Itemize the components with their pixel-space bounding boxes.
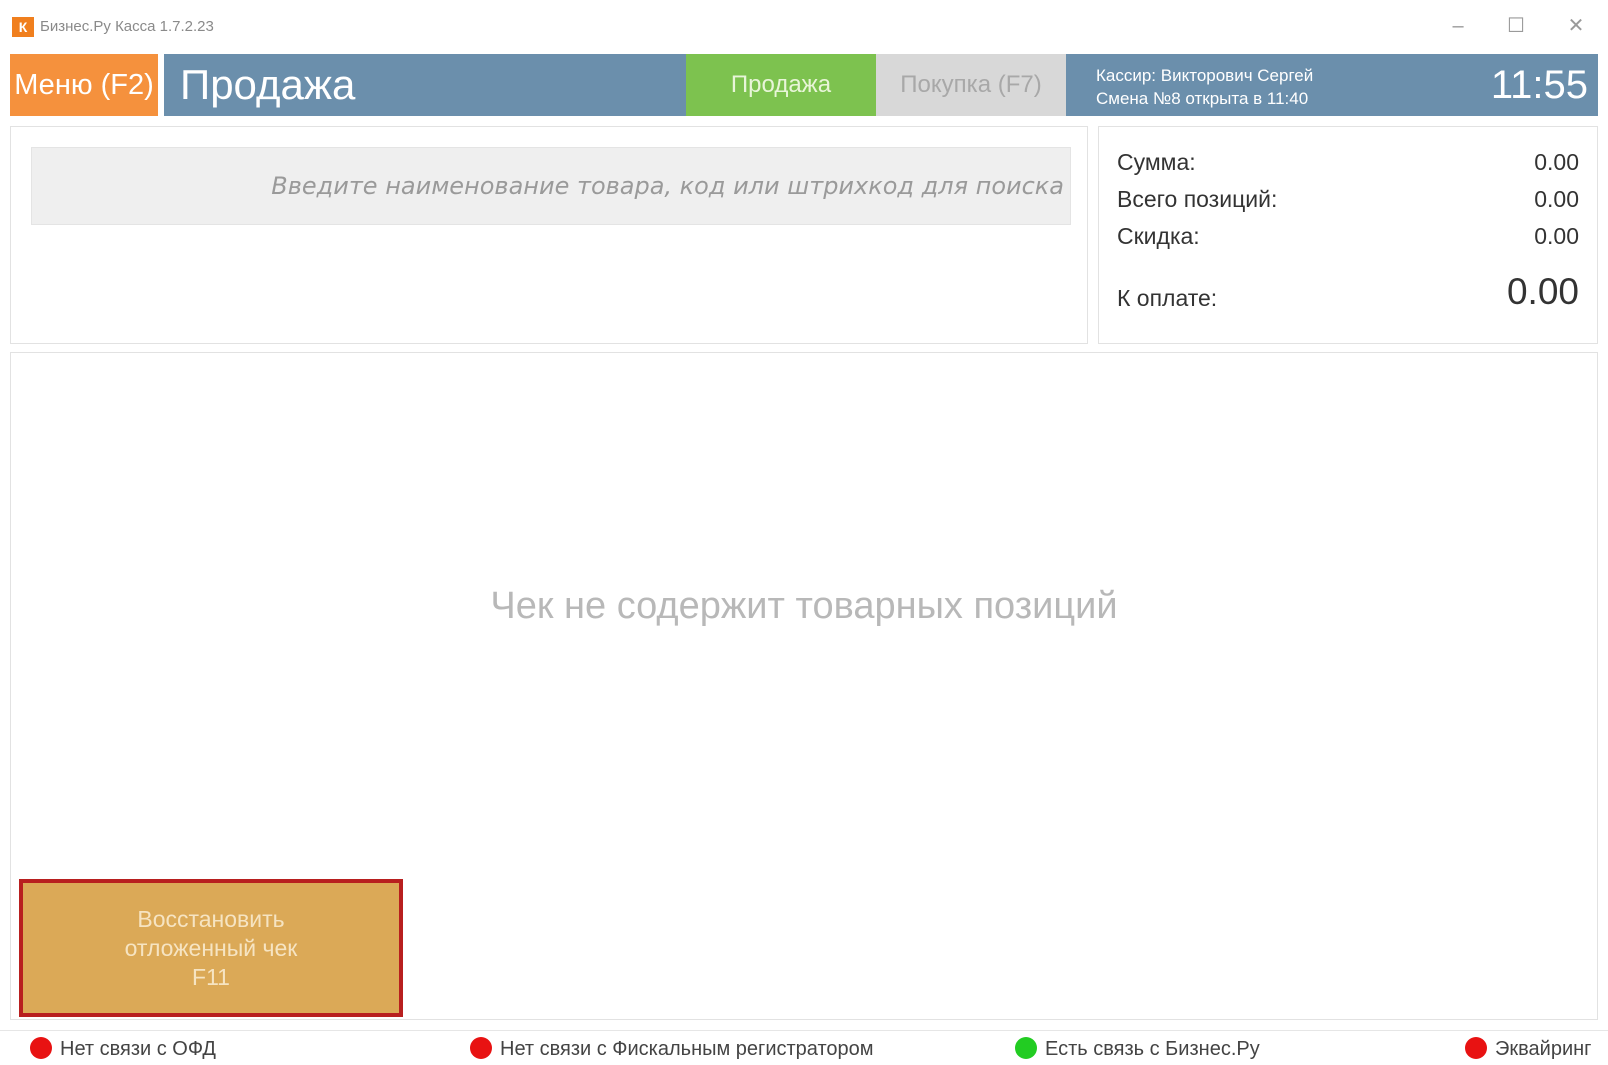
positions-value: 0.00 <box>1534 186 1579 212</box>
positions-row: Всего позиций: 0.00 <box>1117 186 1579 213</box>
red-status-dot-icon <box>30 1037 52 1059</box>
to-pay-value: 0.00 <box>1506 271 1579 312</box>
window-title: Бизнес.Ру Касса 1.7.2.23 <box>40 18 214 35</box>
receipt-area: Чек не содержит товарных позиций Восстан… <box>10 352 1598 1020</box>
menu-button[interactable]: Меню (F2) <box>10 54 158 116</box>
restore-button-line: отложенный чек <box>124 935 298 961</box>
app-logo-icon: К <box>12 17 34 37</box>
to-pay-label: К оплате: <box>1117 285 1218 311</box>
status-ofd: Нет связи с ОФД <box>30 1037 216 1061</box>
empty-receipt-message: Чек не содержит товарных позиций <box>490 585 1118 627</box>
totals-panel: Сумма: 0.00 Всего позиций: 0.00 Скидка: … <box>1098 126 1598 344</box>
to-pay-row: К оплате: 0.00 <box>1117 271 1579 312</box>
page-title: Продажа <box>180 61 356 108</box>
cashier-name: Кассир: Викторович Сергей <box>1096 66 1314 85</box>
restore-deferred-receipt-button[interactable]: Восстановить отложенный чек F11 <box>19 879 403 1017</box>
status-label: Нет связи с Фискальным регистратором <box>500 1038 874 1060</box>
product-search-input[interactable] <box>31 147 1071 225</box>
discount-label: Скидка: <box>1117 223 1200 249</box>
close-button[interactable]: ✕ <box>1556 10 1596 42</box>
sum-row: Сумма: 0.00 <box>1117 149 1579 176</box>
tab-sale[interactable]: Продажа <box>686 54 876 116</box>
red-status-dot-icon <box>1465 1037 1487 1059</box>
restore-button-line: Восстановить <box>137 906 285 932</box>
sum-label: Сумма: <box>1117 149 1196 175</box>
discount-value: 0.00 <box>1534 223 1579 249</box>
minimize-button[interactable]: – <box>1438 10 1478 42</box>
green-status-dot-icon <box>1015 1037 1037 1059</box>
header-bar: Меню (F2) Продажа Продажа Покупка (F7) К… <box>0 52 1608 118</box>
title-bar: К Бизнес.Ру Касса 1.7.2.23 – ☐ ✕ <box>0 0 1608 52</box>
status-label: Эквайринг <box>1495 1038 1592 1060</box>
sum-value: 0.00 <box>1534 149 1579 175</box>
restore-button-shortcut: F11 <box>192 964 230 990</box>
status-fiscal-registrar: Нет связи с Фискальным регистратором <box>470 1037 874 1061</box>
cashier-info: Кассир: Викторович Сергей Смена №8 откры… <box>1096 64 1313 110</box>
tab-purchase[interactable]: Покупка (F7) <box>876 54 1066 116</box>
search-panel <box>10 126 1088 344</box>
header-main: Продажа Продажа Покупка (F7) Кассир: Вик… <box>164 54 1598 116</box>
status-label: Нет связи с ОФД <box>60 1038 216 1060</box>
status-label: Есть связь с Бизнес.Ру <box>1045 1038 1260 1060</box>
status-business-ru: Есть связь с Бизнес.Ру <box>1015 1037 1260 1061</box>
clock: 11:55 <box>1490 63 1588 107</box>
status-bar: Нет связи с ОФД Нет связи с Фискальным р… <box>0 1030 1608 1065</box>
positions-label: Всего позиций: <box>1117 186 1278 212</box>
red-status-dot-icon <box>470 1037 492 1059</box>
maximize-button[interactable]: ☐ <box>1496 10 1536 42</box>
shift-info: Смена №8 открыта в 11:40 <box>1096 89 1309 108</box>
discount-row: Скидка: 0.00 <box>1117 223 1579 250</box>
status-acquiring: Эквайринг <box>1465 1037 1591 1061</box>
